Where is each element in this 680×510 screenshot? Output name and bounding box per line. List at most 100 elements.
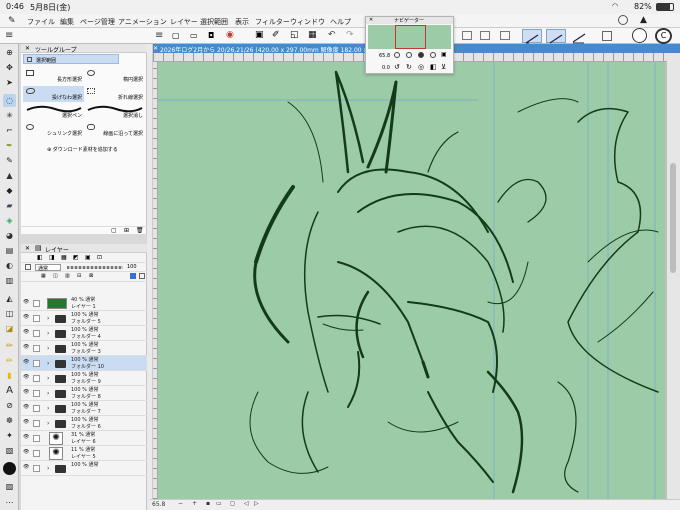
tool-lasso-select[interactable]: 投げなわ選択: [23, 86, 84, 102]
folder-expand-icon[interactable]: ›: [47, 345, 49, 352]
navigator-rotate-right-icon[interactable]: ↻: [406, 63, 412, 71]
eraser-icon[interactable]: ▰: [3, 199, 16, 212]
canvas-frame-icon[interactable]: ▦: [308, 30, 317, 40]
layer-lock-checkbox[interactable]: [33, 345, 40, 352]
menu-window[interactable]: ウィンドウ: [290, 17, 325, 27]
layer-opt-icon-b[interactable]: ◫: [53, 273, 58, 279]
undo-icon[interactable]: ↶: [328, 30, 336, 40]
menu-filter[interactable]: フィルター: [255, 17, 290, 27]
layer-opt-icon-a[interactable]: ▦: [41, 273, 46, 279]
sparkle-tool-icon[interactable]: ✦: [3, 429, 16, 442]
drawing-canvas[interactable]: [158, 62, 665, 499]
tool-shrink-select[interactable]: シュリンク選択: [23, 122, 84, 138]
folder-expand-icon[interactable]: ›: [47, 375, 49, 382]
layer-row[interactable]: 👁 40 % 通常 レイヤー 1: [21, 296, 147, 311]
layer-color-icon[interactable]: [130, 273, 136, 279]
toolbar-slot-2[interactable]: [480, 31, 490, 40]
hamburger-icon[interactable]: ≡: [5, 30, 13, 41]
layer-opt-icon-d[interactable]: ⊟: [77, 273, 81, 279]
command-menu-icon[interactable]: ≡: [155, 30, 163, 41]
menu-animation[interactable]: アニメーション: [118, 17, 167, 27]
tool-rect-select[interactable]: 長方形選択: [23, 68, 84, 84]
navigator-flip-icon[interactable]: ◧: [430, 63, 437, 71]
tool-lineart-select[interactable]: 線画に沿って選択: [84, 122, 145, 138]
layer-row[interactable]: 👁 ✺ 11 % 通常 レイヤー 5: [21, 446, 147, 461]
layer-lock-checkbox[interactable]: [33, 435, 40, 442]
zoom-tool-icon[interactable]: ⊕: [3, 46, 16, 59]
tab-close-icon[interactable]: ✕: [153, 45, 158, 52]
main-color-swatch[interactable]: [3, 462, 16, 475]
brush-settings-icon[interactable]: ✐: [272, 30, 280, 40]
vertical-scroll-thumb[interactable]: [670, 163, 676, 273]
navigator-zoom-in-icon[interactable]: [406, 52, 412, 58]
rotate-canvas-icon[interactable]: ◱: [290, 30, 299, 40]
layer-row[interactable]: 👁 › 100 % 通常 フォルダー 9: [21, 371, 147, 386]
pen-tool-a-icon[interactable]: [522, 29, 542, 44]
menu-bar-more-icon[interactable]: ▲: [640, 15, 647, 25]
menu-help[interactable]: ヘルプ: [330, 17, 351, 27]
redo-icon[interactable]: ↷: [346, 30, 354, 40]
folder-expand-icon[interactable]: ›: [47, 330, 49, 337]
pen-tool-icon[interactable]: ✒: [3, 139, 16, 152]
menu-file[interactable]: ファイル: [27, 17, 55, 27]
tool-selection-pen[interactable]: 選択ペン: [23, 104, 84, 120]
layer-row[interactable]: 👁 ✺ 31 % 通常 レイヤー 6: [21, 431, 147, 446]
text-tool-icon[interactable]: ◫: [3, 307, 16, 320]
layer-row[interactable]: 👁 › 100 % 通常: [21, 461, 147, 476]
visibility-eye-icon[interactable]: 👁: [23, 374, 30, 380]
pencil-tool-icon[interactable]: ✎: [3, 154, 16, 167]
airbrush-icon[interactable]: ◆: [3, 184, 16, 197]
layer-row[interactable]: 👁 › 100 % 通常 フォルダー 8: [21, 386, 147, 401]
tool-group-tab[interactable]: 選択範囲: [23, 54, 119, 64]
visibility-eye-icon[interactable]: 👁: [23, 329, 30, 335]
zoom-in-small-icon[interactable]: +: [192, 500, 197, 507]
zoom-fit-icon[interactable]: ▪: [206, 500, 210, 507]
navigator-close-icon[interactable]: ✕: [369, 17, 373, 23]
app-menu-icon[interactable]: ✎: [8, 16, 16, 26]
toolbar-slot-1[interactable]: [462, 31, 472, 40]
pencil-status-icon[interactable]: [632, 28, 647, 43]
layer-lock-checkbox[interactable]: [33, 450, 40, 457]
pen-tool-b-icon[interactable]: [546, 29, 566, 44]
lock-transparency-icon[interactable]: [25, 264, 31, 270]
layer-icon-f[interactable]: ⊡: [97, 254, 102, 261]
navigator-rotate-left-icon[interactable]: ↺: [394, 63, 400, 71]
ipad-help-icon[interactable]: [618, 15, 628, 25]
eyedropper-icon[interactable]: ⌐: [3, 124, 16, 137]
visibility-eye-icon[interactable]: 👁: [23, 404, 30, 410]
pen-tool-c-icon[interactable]: [570, 29, 590, 44]
visibility-eye-icon[interactable]: 👁: [23, 434, 30, 440]
folder-expand-icon[interactable]: ›: [47, 420, 49, 427]
layer-row[interactable]: 👁 › 100 % 通常 フォルダー 7: [21, 401, 147, 416]
layer-lock-checkbox[interactable]: [33, 315, 40, 322]
tool-polyline-select[interactable]: 折れ線選択: [84, 86, 145, 102]
layer-folder-icon[interactable]: ▣: [255, 30, 264, 40]
zoom-actual-icon[interactable]: ◻: [230, 500, 235, 507]
zoom-reset-icon[interactable]: ▭: [216, 500, 222, 507]
export-icon[interactable]: ◉: [226, 30, 234, 40]
toolbar-slot-4[interactable]: [602, 31, 612, 41]
layer-row[interactable]: 👁 › 100 % 通常 フォルダー 5: [21, 311, 147, 326]
layer-panel-close-icon[interactable]: ✕: [25, 245, 30, 252]
rotate-right-small-icon[interactable]: ▷: [254, 500, 259, 507]
rotate-left-small-icon[interactable]: ◁: [244, 500, 249, 507]
operation-tool-icon[interactable]: ➤: [3, 76, 16, 89]
layer-icon-b[interactable]: ◨: [49, 254, 55, 261]
gradient-icon[interactable]: ▤: [3, 244, 16, 257]
menu-layer[interactable]: レイヤー: [170, 17, 198, 27]
add-material-button[interactable]: ⊕ ダウンロード素材を追加する: [47, 146, 118, 153]
clip-studio-logo-icon[interactable]: C: [655, 28, 672, 44]
layer-lock-checkbox[interactable]: [33, 375, 40, 382]
pencil-yellow-icon[interactable]: ▮: [3, 369, 16, 382]
layer-opt-icon-e[interactable]: ⊠: [89, 273, 93, 279]
navigator-flip-vertical-icon[interactable]: ⊻: [441, 63, 446, 71]
layer-icon-e[interactable]: ▣: [85, 254, 91, 261]
frame-tool-icon[interactable]: ▥: [3, 274, 16, 287]
navigator-reset-rotation-icon[interactable]: ◎: [418, 63, 424, 71]
panel-delete-icon[interactable]: 🗑: [136, 227, 144, 234]
layer-row[interactable]: 👁 › 100 % 通常 フォルダー 4: [21, 326, 147, 341]
blend-mode-select[interactable]: 通常: [35, 264, 61, 272]
layer-row[interactable]: 👁 › 100 % 通常 フォルダー 10: [21, 356, 147, 371]
menu-selection[interactable]: 選択範囲: [200, 17, 228, 27]
folder-expand-icon[interactable]: ›: [47, 390, 49, 397]
